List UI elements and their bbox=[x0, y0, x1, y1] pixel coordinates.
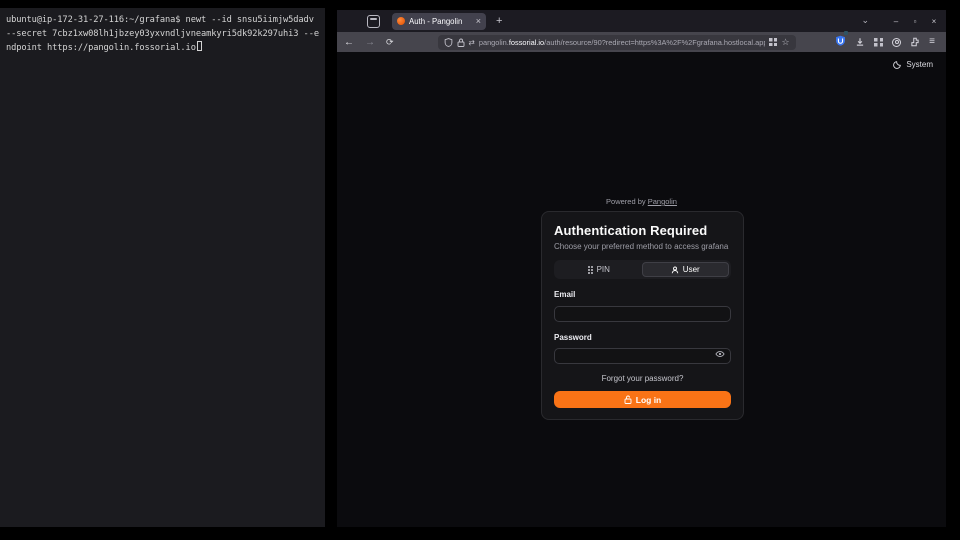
url-domain: fossorial.io bbox=[509, 38, 544, 47]
circle-extension-icon[interactable] bbox=[892, 38, 901, 47]
permissions-icon[interactable]: ⇄ bbox=[469, 38, 475, 47]
show-password-eye-icon[interactable] bbox=[715, 349, 725, 359]
extensions-puzzle-icon[interactable] bbox=[910, 37, 920, 47]
new-tab-button[interactable]: + bbox=[496, 16, 502, 27]
window-controls: – ▫ × bbox=[891, 17, 939, 26]
login-lock-icon bbox=[624, 395, 632, 404]
toolbar-extension-icons: ≡ bbox=[835, 33, 939, 51]
powered-by: Powered by Pangolin bbox=[337, 197, 946, 206]
forgot-password-link[interactable]: Forgot your password? bbox=[554, 374, 731, 383]
minimize-button[interactable]: – bbox=[891, 17, 901, 26]
pangolin-favicon-icon bbox=[397, 17, 405, 25]
downloads-icon[interactable] bbox=[855, 37, 865, 47]
user-icon bbox=[671, 266, 679, 274]
window-close-button[interactable]: × bbox=[929, 17, 939, 26]
theme-toggle[interactable]: System bbox=[893, 60, 933, 69]
back-button[interactable]: ← bbox=[344, 37, 354, 48]
terminal-line: ubuntu@ip-172-31-27-116:~/grafana$ newt … bbox=[6, 13, 319, 27]
url-path: /auth/resource/90?redirect=https%3A%2F%2… bbox=[544, 38, 765, 47]
login-button[interactable]: Log in bbox=[554, 391, 731, 408]
list-tabs-chevron-icon[interactable]: ⌄ bbox=[861, 18, 869, 23]
tab-bar: Auth - Pangolin × + ⌄ – ▫ × bbox=[337, 10, 946, 32]
card-subtitle: Choose your preferred method to access g… bbox=[554, 242, 731, 251]
maximize-button[interactable]: ▫ bbox=[910, 17, 920, 26]
email-label: Email bbox=[554, 290, 731, 299]
powered-by-text: Powered by bbox=[606, 197, 648, 206]
grid-extension-icon[interactable] bbox=[874, 38, 883, 47]
tab-user[interactable]: User bbox=[642, 262, 730, 277]
email-field[interactable] bbox=[554, 306, 731, 322]
forward-button[interactable]: → bbox=[365, 37, 375, 48]
terminal-line-text: ndpoint https://pangolin.fossorial.io bbox=[6, 43, 196, 53]
navigation-bar: ← → ⟳ ⇄ pangolin.fossorial.io/auth/resou… bbox=[337, 32, 946, 52]
menu-hamburger-icon[interactable]: ≡ bbox=[929, 37, 935, 47]
tab-close-icon[interactable]: × bbox=[476, 17, 481, 26]
url-text: pangolin.fossorial.io/auth/resource/90?r… bbox=[479, 38, 766, 47]
pin-dialpad-icon bbox=[588, 266, 593, 274]
theme-moon-icon bbox=[893, 60, 902, 69]
tab-title: Auth - Pangolin bbox=[409, 17, 472, 26]
tracking-protection-shield-icon[interactable] bbox=[444, 38, 453, 47]
pangolin-link[interactable]: Pangolin bbox=[648, 197, 677, 206]
card-title: Authentication Required bbox=[554, 223, 731, 238]
password-label: Password bbox=[554, 333, 731, 342]
terminal-cursor bbox=[197, 41, 202, 51]
auth-method-tabs: PIN User bbox=[554, 260, 731, 279]
tab-auth-pangolin[interactable]: Auth - Pangolin × bbox=[392, 13, 486, 30]
terminal-window[interactable]: ubuntu@ip-172-31-27-116:~/grafana$ newt … bbox=[0, 8, 325, 527]
bookmark-star-icon[interactable]: ☆ bbox=[781, 38, 789, 47]
auth-card: Authentication Required Choose your pref… bbox=[541, 211, 744, 420]
theme-label: System bbox=[906, 60, 933, 69]
firefox-view-icon[interactable] bbox=[367, 15, 380, 28]
terminal-line: ndpoint https://pangolin.fossorial.io bbox=[6, 41, 319, 55]
tab-pin-label: PIN bbox=[597, 265, 610, 274]
page-content: System Powered by Pangolin Authenticatio… bbox=[337, 52, 946, 527]
tab-pin[interactable]: PIN bbox=[556, 262, 642, 277]
terminal-line: --secret 7cbz1xw08lh1jbzey03yxvndljvneam… bbox=[6, 27, 319, 41]
tab-user-label: User bbox=[683, 265, 700, 274]
password-input-wrap bbox=[554, 346, 731, 365]
password-field[interactable] bbox=[554, 348, 731, 364]
login-button-label: Log in bbox=[636, 395, 662, 405]
url-bar[interactable]: ⇄ pangolin.fossorial.io/auth/resource/90… bbox=[438, 35, 796, 50]
container-grid-icon[interactable] bbox=[769, 38, 777, 46]
browser-window: Auth - Pangolin × + ⌄ – ▫ × ← → ⟳ ⇄ pang… bbox=[337, 10, 946, 527]
https-lock-icon[interactable] bbox=[457, 38, 465, 47]
email-input-wrap bbox=[554, 303, 731, 322]
url-prefix: pangolin. bbox=[479, 38, 509, 47]
ublock-origin-icon[interactable] bbox=[835, 33, 846, 51]
reload-button[interactable]: ⟳ bbox=[386, 37, 394, 48]
